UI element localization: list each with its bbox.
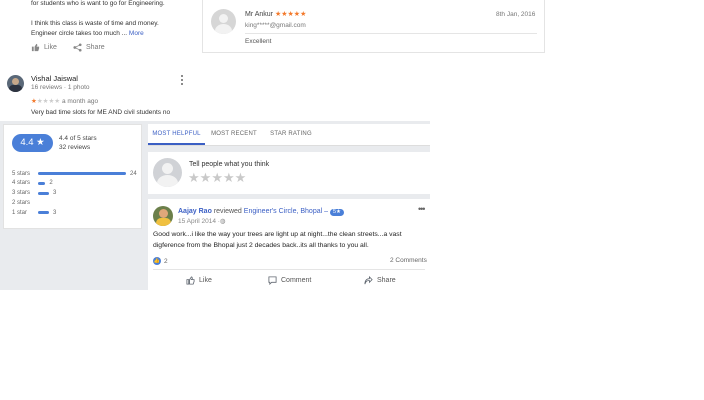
reviewer-meta: 16 reviews · 1 photo <box>31 84 90 91</box>
reviewer-email: king*****@gmail.com <box>245 22 306 29</box>
avatar <box>211 9 236 34</box>
rating-bar-label: 2 stars <box>12 199 31 206</box>
review-tabs: MOST HELPFUL MOST RECENT STAR RATING <box>148 124 430 146</box>
review-date: 8th Jan, 2016 <box>496 11 536 18</box>
rating-bar-row: 4 stars 2 <box>12 179 53 188</box>
rating-bar-row: 3 stars 3 <box>12 189 56 198</box>
like-button[interactable]: Like <box>31 43 57 52</box>
review-text-line: for students who is want to go for Engin… <box>31 0 165 7</box>
review-fragment: for students who is want to go for Engin… <box>0 0 200 60</box>
globe-icon: ·◍ <box>217 218 226 225</box>
divider <box>153 269 425 270</box>
rating-bar-fill <box>38 211 49 215</box>
post-text: Good work...i like the way your trees ar… <box>153 231 402 249</box>
comment-icon <box>268 276 277 285</box>
share-label: Share <box>86 44 105 51</box>
tab-most-helpful[interactable]: MOST HELPFUL <box>148 124 205 145</box>
thumbs-up-icon <box>186 276 195 285</box>
like-label: Like <box>199 277 212 284</box>
star-icon[interactable]: ★ <box>211 170 223 185</box>
like-reaction-icon: 👍 <box>153 257 161 265</box>
rating-bar-row: 5 stars 24 <box>12 169 137 178</box>
rating-bar-label: 5 stars <box>12 170 31 177</box>
reviewer-name: Vishal Jaiswal <box>31 74 78 83</box>
more-link[interactable]: More <box>129 30 144 37</box>
rating-stars: ★★★★★ <box>274 11 307 18</box>
fb-share-button[interactable]: Share <box>364 276 396 285</box>
avatar <box>7 75 24 92</box>
star-rating-input[interactable]: ★★★★★ <box>188 170 246 186</box>
star-icon[interactable]: ★ <box>223 170 235 185</box>
post-header: Aajay Rao reviewed Engineer's Circle, Bh… <box>178 207 344 216</box>
more-options-icon[interactable]: ••• <box>418 204 426 214</box>
rating-bar-fill <box>38 181 46 185</box>
like-label: Like <box>44 44 57 51</box>
share-button[interactable]: Share <box>73 43 105 52</box>
rating-bar-label: 1 star <box>12 209 28 216</box>
fb-like-button[interactable]: Like <box>186 276 212 285</box>
share-label: Share <box>377 277 396 284</box>
fb-comment-button[interactable]: Comment <box>268 276 311 285</box>
page-link[interactable]: Engineer's Circle, Bhopal <box>244 208 322 215</box>
like-count-value: 2 <box>164 257 168 265</box>
post-date-row: 15 April 2014 ·◍ <box>178 218 226 226</box>
review-comment: Excellent <box>245 38 272 45</box>
thumbs-up-icon <box>31 43 40 52</box>
rating-bar-fill <box>38 191 49 195</box>
share-icon <box>73 43 82 52</box>
comment-label: Comment <box>281 277 312 284</box>
avatar <box>153 206 173 226</box>
review-text: Very bad time slots for ME AND civil stu… <box>31 109 171 116</box>
comments-count[interactable]: 2 Comments <box>390 257 427 264</box>
review-text-line: I think this class is waste of time and … <box>31 20 159 27</box>
rating-summary: 4.4 ★ 4.4 of 5 stars 32 reviews 5 stars 2… <box>3 124 142 229</box>
review-vishal: Vishal Jaiswal 16 reviews · 1 photo ★★★★… <box>0 66 200 122</box>
dash: – <box>324 208 329 215</box>
post-author[interactable]: Aajay Rao <box>178 208 212 215</box>
reviewed-label: reviewed <box>213 208 242 215</box>
rating-bar-count: 2 <box>49 180 53 187</box>
write-review-box[interactable]: Tell people what you think ★★★★★ <box>148 152 430 194</box>
tab-star-rating[interactable]: STAR RATING <box>265 124 317 145</box>
rating-bar-row: 2 stars <box>12 198 42 207</box>
rating-bar-count: 24 <box>130 170 137 177</box>
more-options-icon[interactable] <box>180 75 184 87</box>
like-count[interactable]: 👍 2 <box>153 257 168 265</box>
rating-badge: 5★ <box>329 209 344 216</box>
user-avatar-placeholder <box>153 158 182 187</box>
star-icon[interactable]: ★ <box>200 170 212 185</box>
post-date[interactable]: 15 April 2014 <box>178 218 216 225</box>
review-time: a month ago <box>61 98 99 105</box>
review-post: Aajay Rao reviewed Engineer's Circle, Bh… <box>148 199 430 290</box>
rating-stars-empty: ★★★★ <box>36 98 61 105</box>
rating-row: ★★★★★ a month ago <box>31 98 98 106</box>
review-count: 32 reviews <box>59 144 91 151</box>
rating-bar-fill <box>38 172 126 175</box>
rating-of: 4.4 of 5 stars <box>59 135 97 142</box>
rating-bar-label: 3 stars <box>12 190 31 197</box>
rating-bar-count: 3 <box>53 190 57 197</box>
rating-bar-count: 3 <box>53 209 57 216</box>
rating-badge: 4.4 ★ <box>12 134 53 152</box>
rating-bar-label: 4 stars <box>12 180 31 187</box>
tell-prompt: Tell people what you think <box>189 161 270 168</box>
divider <box>245 33 537 34</box>
star-icon[interactable]: ★ <box>188 170 200 185</box>
star-icon[interactable]: ★ <box>235 170 247 185</box>
share-arrow-icon <box>364 276 373 285</box>
tab-most-recent[interactable]: MOST RECENT <box>206 124 262 145</box>
review-card-ankur: Mr Ankur ★★★★★ 8th Jan, 2016 king*****@g… <box>202 0 545 53</box>
reviewer-name: Mr Ankur ★★★★★ <box>245 11 307 18</box>
review-text-line: Engineer circle takes too much ... More <box>31 30 144 37</box>
rating-bar-row: 1 star 3 <box>12 208 56 217</box>
